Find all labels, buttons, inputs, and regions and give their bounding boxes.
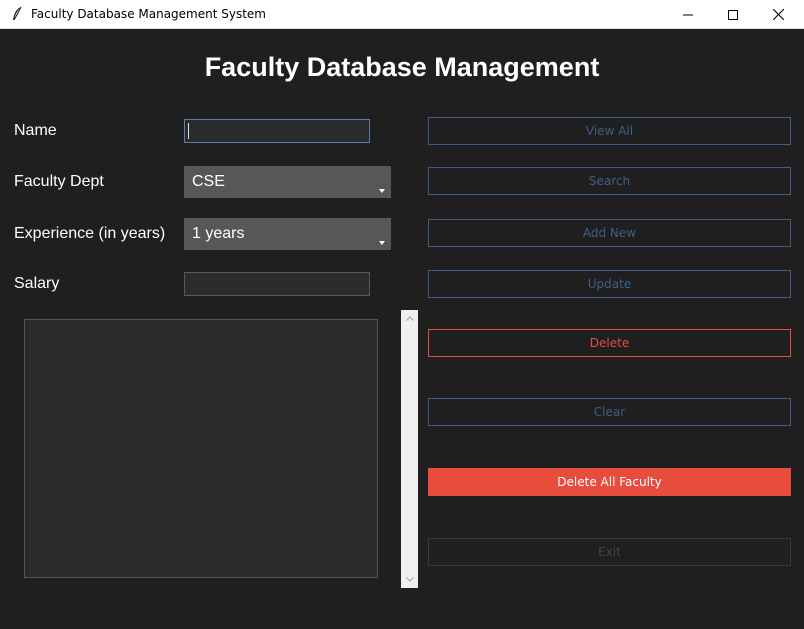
- experience-label: Experience (in years): [14, 225, 166, 242]
- scroll-up-button[interactable]: [401, 310, 418, 327]
- maximize-button[interactable]: [710, 0, 756, 29]
- clear-button[interactable]: Clear: [428, 398, 791, 426]
- window-titlebar[interactable]: Faculty Database Management System: [0, 0, 804, 29]
- chevron-down-icon: [405, 577, 414, 582]
- delete-all-faculty-button[interactable]: Delete All Faculty: [428, 468, 791, 496]
- close-button[interactable]: [755, 0, 801, 29]
- search-button[interactable]: Search: [428, 167, 791, 195]
- close-icon: [772, 9, 784, 20]
- dept-label: Faculty Dept: [14, 173, 104, 190]
- window-title: Faculty Database Management System: [31, 7, 266, 21]
- listbox-scrollbar[interactable]: [401, 310, 418, 588]
- dept-select-value: CSE: [192, 173, 225, 190]
- name-field[interactable]: [184, 119, 370, 143]
- maximize-icon: [728, 9, 738, 20]
- page-title: Faculty Database Management: [204, 52, 600, 82]
- minimize-icon: [683, 14, 693, 15]
- dropdown-arrow-icon: [379, 189, 385, 193]
- text-caret: [188, 123, 189, 139]
- experience-select-value: 1 years: [192, 225, 245, 242]
- dropdown-arrow-icon: [379, 241, 385, 245]
- dept-select[interactable]: CSE: [184, 166, 391, 198]
- feather-icon: [11, 6, 23, 22]
- salary-label: Salary: [14, 275, 60, 292]
- update-button[interactable]: Update: [428, 270, 791, 298]
- minimize-button[interactable]: [665, 0, 711, 29]
- chevron-up-icon: [405, 316, 414, 321]
- scroll-down-button[interactable]: [401, 571, 418, 588]
- add-new-button[interactable]: Add New: [428, 219, 791, 247]
- exit-button[interactable]: Exit: [428, 538, 791, 566]
- name-label: Name: [14, 122, 57, 139]
- faculty-listbox[interactable]: [24, 319, 378, 578]
- experience-select[interactable]: 1 years: [184, 218, 391, 250]
- delete-button[interactable]: Delete: [428, 329, 791, 357]
- salary-field[interactable]: [184, 272, 370, 296]
- view-all-button[interactable]: View All: [428, 117, 791, 145]
